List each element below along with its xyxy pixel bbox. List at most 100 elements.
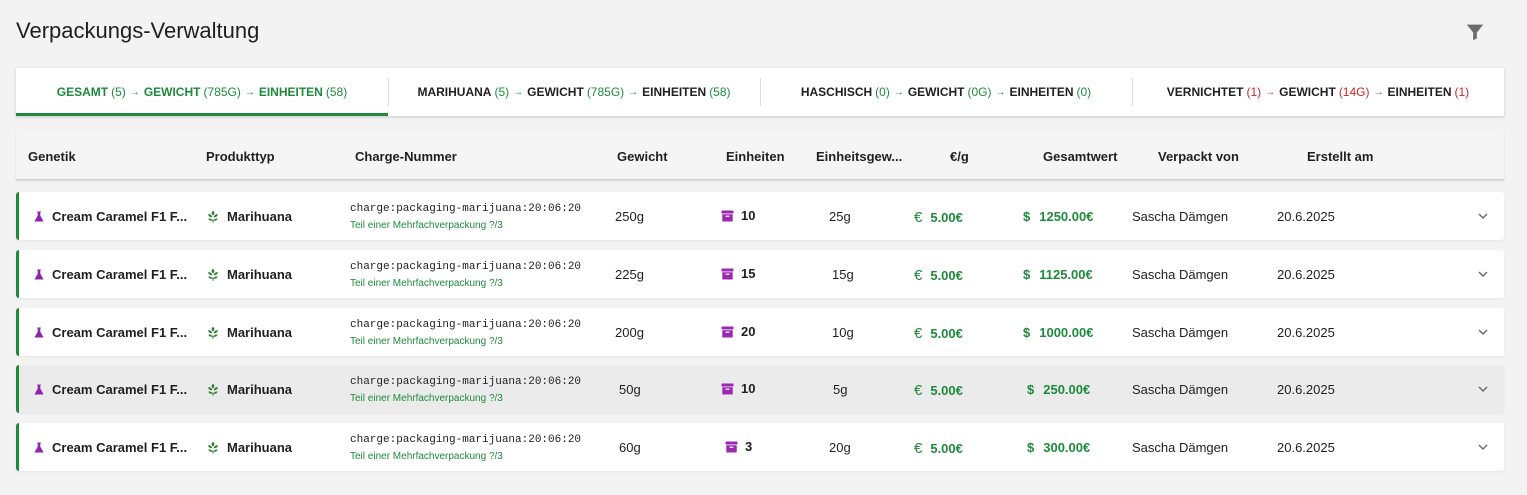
table-row[interactable]: Cream Caramel F1 F... Marihuana charge:pac… [16,250,1504,298]
euro-icon: € [914,325,923,342]
genetik-name: Cream Caramel F1 F... [52,209,188,224]
chevron-down-icon[interactable] [1477,383,1489,395]
produkttyp-cell: Marihuana [207,325,292,340]
charge-number: charge:packaging-marijuana:20:06:20 [350,203,582,215]
tab-label: MARIHUANA [417,85,492,99]
tab-label: HASCHISCH [800,85,873,99]
flask-icon [34,384,52,395]
table-row[interactable]: Cream Caramel F1 F... Marihuana charge:pac… [16,423,1504,471]
preis-value: 5.00€ [930,210,963,225]
einheiten-cell: 15 [721,266,755,281]
column-header-produkttyp[interactable]: Produkttyp [206,149,275,164]
verpackt-von-value: Sascha Dämgen [1132,325,1229,340]
gewicht-value: 50g [619,382,641,397]
chevron-down-icon[interactable] [1477,210,1489,222]
column-header-einheiten[interactable]: Einheiten [726,149,785,164]
genetik-name: Cream Caramel F1 F... [52,440,188,455]
tab-units-value: (58) [709,85,731,99]
gesamtwert-value: 1000.00€ [1039,325,1094,340]
gesamtwert-cell: $1250.00€ [1023,209,1093,224]
erstellt-am-value: 20.6.2025 [1277,325,1335,340]
euro-icon: € [914,267,923,284]
flask-icon [34,442,52,453]
verpackt-von-value: Sascha Dämgen [1132,382,1229,397]
tab-weight-label: GEWICHT [1279,85,1336,99]
tab-vernichtet[interactable]: VERNICHTET (1) → GEWICHT (14G) → EINHEITEN… [1132,68,1504,116]
produkttyp-label: Marihuana [227,440,293,455]
multipack-note: Teil einer Mehrfachverpackung ?/3 [350,278,503,289]
erstellt-am-value: 20.6.2025 [1277,382,1335,397]
tab-count: (0) [875,85,890,99]
tab-weight-value: (785G) [203,85,241,99]
box-icon [721,383,741,395]
gewicht-value: 60g [619,440,641,455]
arrow-right-icon: → [244,86,255,98]
einheitsgewicht-value: 10g [832,325,854,340]
box-icon [725,441,745,453]
column-header-gesamtwert[interactable]: Gesamtwert [1043,149,1117,164]
column-header-erstellt-am[interactable]: Erstellt am [1307,149,1373,164]
flask-icon [34,327,52,338]
column-header-verpackt-von[interactable]: Verpackt von [1158,149,1239,164]
arrow-right-icon: → [513,86,524,98]
charge-number: charge:packaging-marijuana:20:06:20 [350,376,582,388]
tab-count: (1) [1246,85,1262,99]
preis-value: 5.00€ [930,268,963,283]
arrow-right-icon: → [893,86,904,98]
flask-icon [34,269,52,280]
charge-number: charge:packaging-marijuana:20:06:20 [350,319,582,331]
genetik-cell: Cream Caramel F1 F... [34,325,187,340]
column-header-einheitsgewicht[interactable]: Einheitsgew... [816,149,902,164]
gesamtwert-cell: $1000.00€ [1023,325,1093,340]
column-header-genetik[interactable]: Genetik [28,149,76,164]
table-row[interactable]: Cream Caramel F1 F... Marihuana charge:pac… [16,365,1504,413]
tab-count: (5) [111,85,126,99]
einheiten-value: 10 [741,208,756,223]
table-row[interactable]: Cream Caramel F1 F... Marihuana charge:pac… [16,308,1504,356]
tab-weight-value: (14G) [1338,85,1370,99]
preis-cell: €5.00€ [914,267,963,284]
tab-haschisch[interactable]: HASCHISCH (0) → GEWICHT (0G) → EINHEITEN (0… [760,68,1132,116]
erstellt-am-value: 20.6.2025 [1277,209,1335,224]
gewicht-value: 225g [615,267,644,282]
einheiten-cell: 10 [721,381,755,396]
charge-number: charge:packaging-marijuana:20:06:20 [350,261,582,273]
arrow-right-icon: → [1265,86,1276,98]
dollar-icon: $ [1027,440,1035,455]
chevron-down-icon[interactable] [1477,268,1489,280]
einheiten-cell: 3 [725,439,752,454]
tab-units-value: (58) [325,85,348,99]
arrow-right-icon: → [628,86,639,98]
gesamtwert-cell: $300.00€ [1027,440,1090,455]
tab-weight-value: (785G) [586,85,625,99]
column-header-charge[interactable]: Charge-Nummer [355,149,457,164]
arrow-right-icon: → [129,86,140,98]
genetik-name: Cream Caramel F1 F... [52,325,188,340]
chevron-down-icon[interactable] [1477,326,1489,338]
column-header-gewicht[interactable]: Gewicht [617,149,668,164]
verpackt-von-value: Sascha Dämgen [1132,440,1229,455]
gesamtwert-value: 250.00€ [1043,382,1091,397]
einheitsgewicht-value: 5g [833,382,848,397]
tab-weight-label: GEWICHT [907,85,965,99]
column-header-preis[interactable]: €/g [950,149,969,164]
tab-weight-value: (0G) [967,85,992,99]
einheitsgewicht-value: 15g [832,267,854,282]
charge-number: charge:packaging-marijuana:20:06:20 [350,434,582,446]
tab-gesamt[interactable]: GESAMT (5) → GEWICHT (785G) → EINHEITEN (58… [16,68,388,116]
tab-marihuana[interactable]: MARIHUANA (5) → GEWICHT (785G) → EINHEITEN… [388,68,760,116]
gesamtwert-value: 1250.00€ [1039,209,1094,224]
table-row[interactable]: Cream Caramel F1 F... Marihuana charge:pac… [16,192,1504,240]
chevron-down-icon[interactable] [1477,441,1489,453]
genetik-cell: Cream Caramel F1 F... [34,267,187,282]
filter-icon[interactable] [1464,21,1488,43]
einheiten-value: 20 [741,324,756,339]
einheiten-value: 3 [745,439,753,454]
genetik-cell: Cream Caramel F1 F... [34,382,187,397]
tab-units-label: EINHEITEN [1387,85,1452,99]
preis-value: 5.00€ [930,383,963,398]
gesamtwert-cell: $1125.00€ [1023,267,1093,282]
produkttyp-cell: Marihuana [207,209,292,224]
gewicht-value: 250g [615,209,644,224]
gewicht-value: 200g [615,325,644,340]
